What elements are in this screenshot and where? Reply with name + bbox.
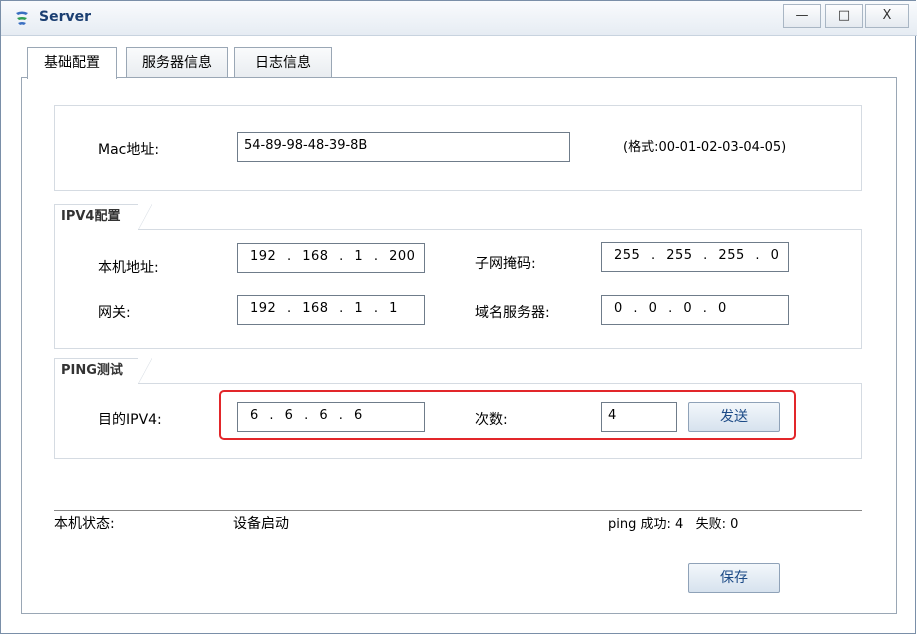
dns-server-input[interactable]: 0 . 0 . 0 . 0 [601, 295, 789, 325]
status-value: 设备启动 [233, 516, 289, 532]
gateway-label: 网关: [98, 305, 131, 321]
status-label: 本机状态: [54, 516, 115, 532]
tab-server-info[interactable]: 服务器信息 [126, 47, 228, 78]
local-address-label: 本机地址: [98, 260, 159, 276]
close-button[interactable]: X [865, 4, 909, 28]
local-address-input[interactable]: 192 . 168 . 1 . 200 [237, 243, 425, 273]
dns-server-label: 域名服务器: [475, 305, 550, 321]
minimize-button[interactable]: — [783, 4, 821, 28]
ping-highlight-box [219, 390, 796, 440]
tab-basic-config[interactable]: 基础配置 [27, 47, 117, 79]
mac-label: Mac地址: [98, 142, 160, 158]
mac-input[interactable]: 54-89-98-48-39-8B [237, 132, 570, 162]
server-window: Server — □ X 基础配置 服务器信息 日志信息 Mac地址: 54-8… [0, 0, 917, 634]
close-icon: X [882, 8, 892, 23]
gateway-input[interactable]: 192 . 168 . 1 . 1 [237, 295, 425, 325]
minimize-icon: — [795, 8, 809, 23]
title-bar[interactable]: Server — □ X [1, 1, 917, 36]
server-app-icon [16, 11, 28, 25]
subnet-mask-input[interactable]: 255 . 255 . 255 . 0 [601, 242, 789, 272]
maximize-icon: □ [837, 8, 851, 23]
tab-log-info[interactable]: 日志信息 [234, 47, 332, 78]
window-title: Server [39, 9, 92, 25]
maximize-button[interactable]: □ [825, 4, 863, 28]
ping-result-text: ping 成功: 4 失败: 0 [608, 517, 739, 532]
ping-group-title: PING测试 [54, 358, 152, 384]
ipv4-group-title: IPV4配置 [54, 204, 152, 230]
status-divider [54, 510, 862, 511]
target-ipv4-label: 目的IPV4: [98, 412, 162, 428]
subnet-mask-label: 子网掩码: [475, 256, 536, 272]
mac-format-hint: (格式:00-01-02-03-04-05) [623, 140, 787, 155]
save-button[interactable]: 保存 [688, 563, 780, 593]
